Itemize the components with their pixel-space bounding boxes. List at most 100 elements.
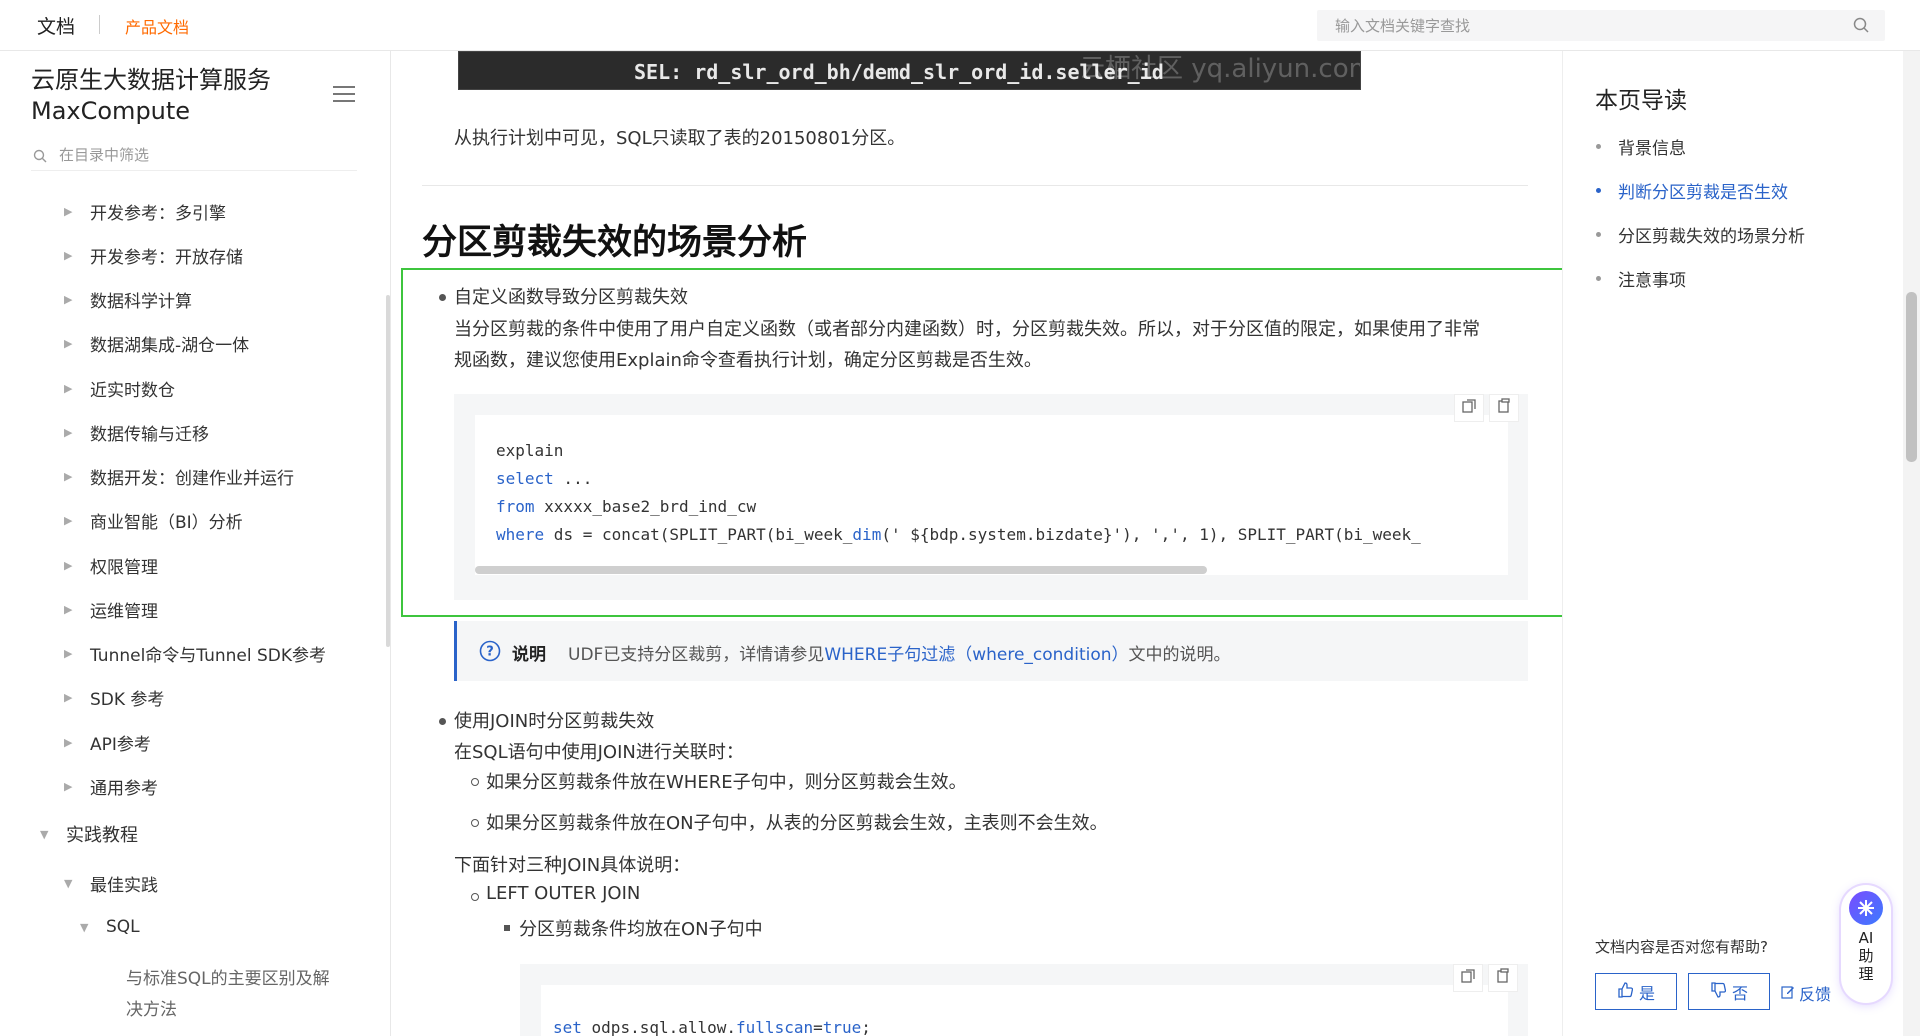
- sidebar-item[interactable]: ▶ 权限管理: [64, 553, 158, 578]
- toc-bullet: [1596, 232, 1601, 237]
- sidebar-item[interactable]: ▶ 通用参考: [64, 774, 158, 799]
- toc-filter[interactable]: [31, 141, 357, 171]
- toc-item-active[interactable]: 判断分区剪裁是否生效: [1618, 178, 1788, 203]
- caret-right-icon: ▶: [64, 646, 73, 660]
- toc-title: 本页导读: [1595, 88, 1687, 114]
- caret-right-icon: ▶: [64, 779, 73, 793]
- sidebar-scrollbar[interactable]: [386, 295, 390, 647]
- copy-to-editor-button[interactable]: [1453, 964, 1483, 992]
- toc-item[interactable]: 分区剪裁失效的场景分析: [1618, 222, 1805, 247]
- feedback-label: 反馈: [1799, 985, 1832, 1004]
- sidebar-item[interactable]: ▶ 近实时数仓: [64, 376, 175, 401]
- sidebar-item-label: 权限管理: [90, 557, 158, 578]
- sidebar-item-label: 商业智能（BI）分析: [90, 512, 243, 533]
- sidebar-item[interactable]: ▶ 数据传输与迁移: [64, 420, 209, 445]
- ai-assistant-button[interactable]: AI 助 理: [1841, 885, 1891, 1003]
- product-title-line1: 云原生大数据计算服务: [31, 66, 271, 94]
- sidebar: 云原生大数据计算服务 MaxCompute ▶ 开发参考：多引擎 ▶ 开发参考：开放…: [0, 51, 391, 1036]
- section-heading: 分区剪裁失效的场景分析: [422, 223, 808, 263]
- sidebar-item-best-practice[interactable]: ▼ 最佳实践: [64, 871, 158, 896]
- toc-bullet: [1596, 144, 1601, 149]
- thumbs-down-icon: [1710, 981, 1727, 1002]
- sidebar-item-label: 决方法: [126, 999, 177, 1020]
- helpful-yes-button[interactable]: 是: [1595, 973, 1677, 1010]
- sidebar-item-label: 运维管理: [90, 601, 158, 622]
- toc-filter-input[interactable]: [31, 141, 321, 169]
- toc-item[interactable]: 注意事项: [1618, 266, 1686, 291]
- sidebar-item-label: 最佳实践: [90, 875, 158, 896]
- feedback-link[interactable]: 反馈: [1781, 981, 1831, 1005]
- caret-right-icon: ▶: [64, 469, 73, 483]
- caret-right-icon: ▶: [64, 690, 73, 704]
- caret-right-icon: ▶: [64, 336, 73, 350]
- product-title-line2: MaxCompute: [31, 97, 191, 125]
- toc-bullet: [1596, 188, 1601, 193]
- menu-icon[interactable]: [332, 84, 356, 108]
- paragraph: 下面针对三种JOIN具体说明：: [454, 855, 691, 876]
- sidebar-item[interactable]: ▶ API参考: [64, 730, 151, 755]
- divider: [99, 15, 100, 34]
- sidebar-item-label: 开发参考：开放存储: [90, 247, 243, 268]
- sub-bullet: [471, 893, 479, 901]
- sidebar-item-label: 通用参考: [90, 778, 158, 799]
- sidebar-item-label: 开发参考：多引擎: [90, 203, 226, 224]
- code-area: set odps.sql.allow.fullscan=true;: [541, 985, 1508, 1036]
- caret-down-icon: ▼: [64, 876, 73, 890]
- sidebar-item-sql[interactable]: ▼ SQL: [80, 915, 140, 939]
- sidebar-item[interactable]: ▶ 商业智能（BI）分析: [64, 508, 243, 533]
- sidebar-leaf[interactable]: 与标准SQL的主要区别及解: [126, 964, 330, 989]
- sidebar-item-label: 近实时数仓: [90, 380, 175, 401]
- sidebar-leaf-cont[interactable]: 决方法: [126, 995, 177, 1020]
- paragraph: 在SQL语句中使用JOIN进行关联时：: [454, 742, 744, 763]
- docs-home-link[interactable]: 文档: [37, 12, 75, 39]
- note-box: ? 说明 UDF已支持分区裁剪，详情请参见WHERE子句过滤（where_con…: [454, 621, 1528, 681]
- thumbs-up-icon: [1617, 981, 1634, 1002]
- copy-button[interactable]: [1488, 964, 1518, 992]
- top-bar: 文档 产品文档: [0, 0, 1920, 51]
- sidebar-item-label: 数据科学计算: [90, 291, 192, 312]
- page-scrollbar[interactable]: [1903, 51, 1920, 1036]
- sidebar-item[interactable]: ▶ 数据开发：创建作业并运行: [64, 464, 294, 489]
- caret-right-icon: ▶: [64, 425, 73, 439]
- edit-icon: [1781, 984, 1795, 1003]
- sidebar-item[interactable]: ▶ 数据湖集成-湖仓一体: [64, 331, 250, 356]
- doc-search-input[interactable]: [1317, 10, 1837, 41]
- sidebar-item-label: 与标准SQL的主要区别及解: [126, 968, 330, 989]
- sidebar-item-label: 实践教程: [66, 825, 138, 846]
- sidebar-item[interactable]: ▶ 数据科学计算: [64, 287, 192, 312]
- search-icon[interactable]: [1853, 17, 1869, 37]
- product-docs-link[interactable]: 产品文档: [125, 14, 189, 38]
- toc-item[interactable]: 背景信息: [1618, 134, 1686, 159]
- list-item: LEFT OUTER JOIN: [486, 883, 641, 904]
- sidebar-item-label: SQL: [106, 917, 140, 937]
- sidebar-item[interactable]: ▶ 开发参考：开放存储: [64, 243, 243, 268]
- watermark: 云栖社区 yq.aliyun.com: [1079, 54, 1361, 84]
- help-icon: ?: [479, 640, 501, 666]
- search-icon: [33, 148, 47, 167]
- sidebar-item-label: Tunnel命令与Tunnel SDK参考: [90, 645, 327, 666]
- bullet-title: 使用JOIN时分区剪裁失效: [454, 711, 655, 732]
- product-title: 云原生大数据计算服务 MaxCompute: [31, 65, 271, 127]
- sidebar-item-label: 数据湖集成-湖仓一体: [90, 335, 250, 356]
- yes-label: 是: [1638, 983, 1655, 1003]
- caret-right-icon: ▶: [64, 248, 73, 262]
- doc-search[interactable]: [1317, 10, 1885, 41]
- page-scrollbar-thumb[interactable]: [1906, 292, 1917, 462]
- sidebar-section-tutorials[interactable]: ▼ 实践教程: [40, 822, 138, 846]
- paragraph: 从执行计划中可见，SQL只读取了表的20150801分区。: [454, 128, 906, 149]
- where-clause-link[interactable]: WHERE子句过滤（where_condition）: [824, 645, 1128, 665]
- list-item: 分区剪裁条件均放在ON子句中: [519, 919, 763, 940]
- copy-icon: [1495, 968, 1511, 988]
- caret-right-icon: ▶: [64, 735, 73, 749]
- open-icon: [1460, 968, 1476, 988]
- caret-down-icon: ▼: [40, 827, 49, 841]
- sidebar-item[interactable]: ▶ 开发参考：多引擎: [64, 199, 226, 224]
- helpful-no-button[interactable]: 否: [1688, 973, 1770, 1010]
- caret-right-icon: ▶: [64, 602, 73, 616]
- sidebar-item[interactable]: ▶ 运维管理: [64, 597, 158, 622]
- divider: [422, 185, 1528, 186]
- caret-right-icon: ▶: [64, 558, 73, 572]
- sidebar-item[interactable]: ▶ SDK 参考: [64, 685, 164, 710]
- list-item: 如果分区剪裁条件放在ON子句中，从表的分区剪裁会生效，主表则不会生效。: [486, 813, 1108, 834]
- sidebar-item[interactable]: ▶ Tunnel命令与Tunnel SDK参考: [64, 641, 327, 666]
